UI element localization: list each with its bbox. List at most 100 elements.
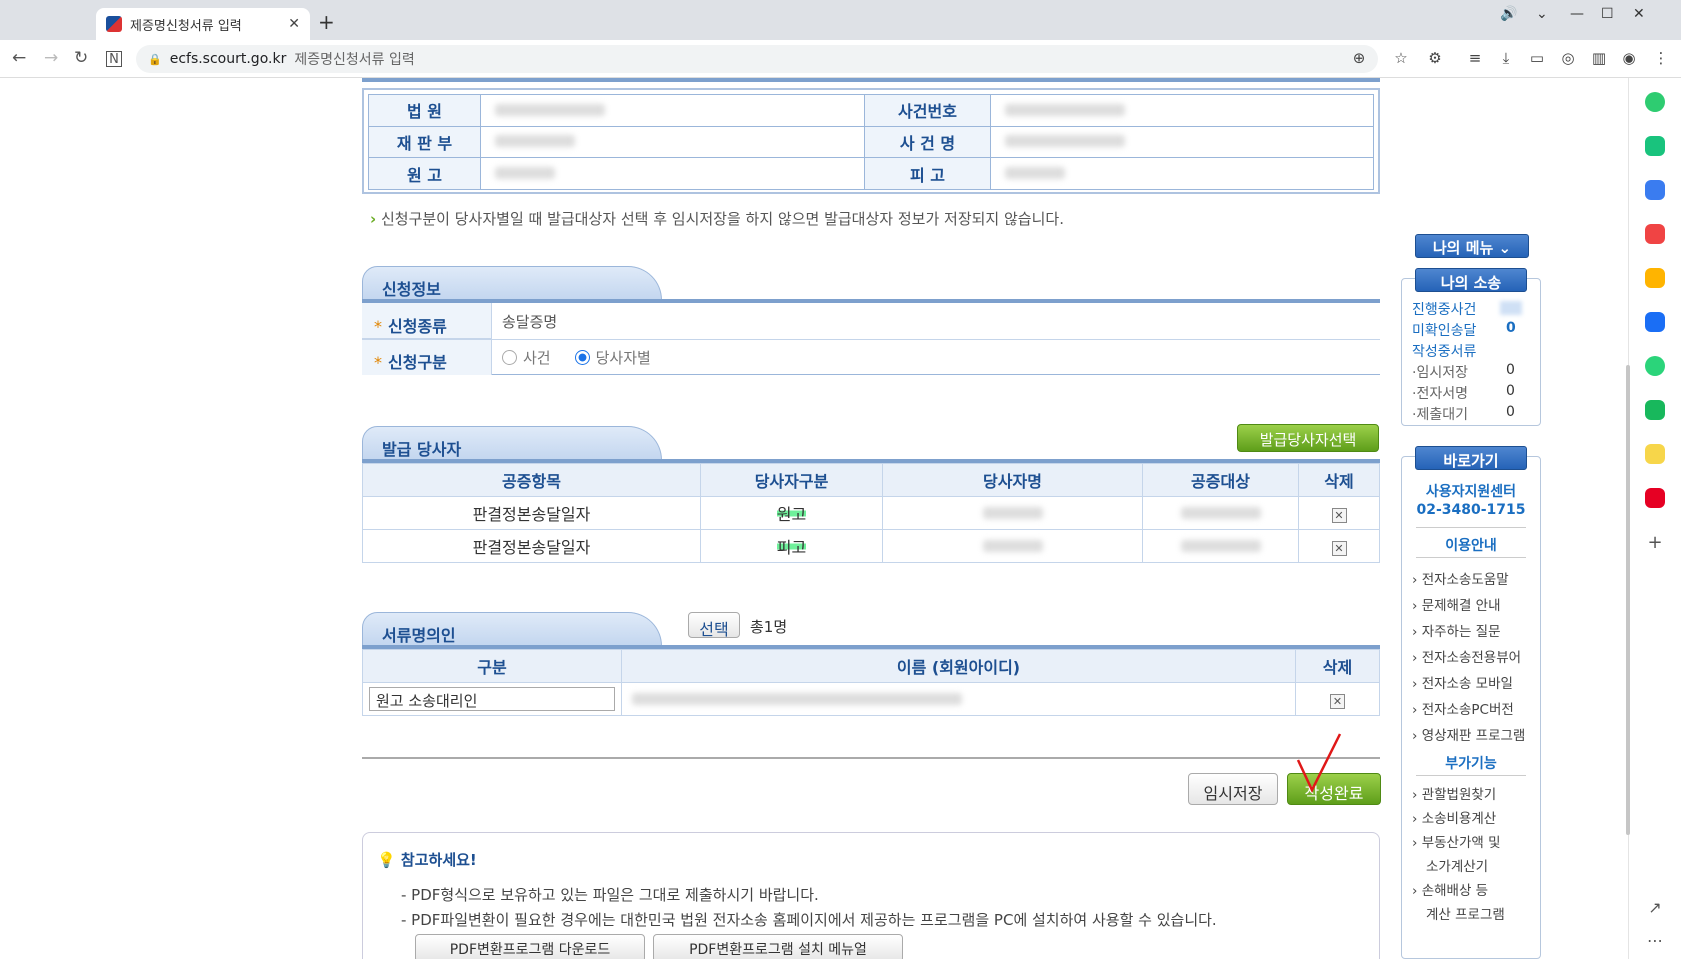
party-kind-text: 피고	[776, 538, 807, 557]
maximize-icon[interactable]: ☐	[1601, 6, 1614, 22]
zoom-icon[interactable]: ⊕	[1350, 49, 1368, 67]
delete-icon[interactable]: ✕	[1330, 693, 1345, 709]
split-view-icon[interactable]: ▥	[1590, 49, 1608, 67]
esign-count: 0	[1506, 383, 1515, 399]
sidebar-star-icon[interactable]	[1645, 268, 1665, 288]
signer-division-field[interactable]: 원고 소송대리인	[369, 687, 615, 711]
tab-active[interactable]: 제증명신청서류 입력 ✕	[96, 8, 310, 40]
sidebar-edge-icon[interactable]	[1645, 312, 1665, 332]
menu-icon[interactable]: ⋮	[1652, 49, 1670, 67]
sidebar-pocket-icon[interactable]	[1645, 224, 1665, 244]
guide-item[interactable]: › 전자소송PC버전	[1412, 697, 1525, 723]
external-link-icon[interactable]: ↗	[1645, 898, 1665, 918]
application-section-title: 신청정보	[362, 266, 662, 300]
category-radio-group: 사건 당사자별	[502, 347, 651, 368]
temp-link[interactable]: ·임시저장	[1412, 362, 1468, 382]
sidebar-add-icon[interactable]: +	[1645, 532, 1665, 553]
guide-item[interactable]: › 문제해결 안내	[1412, 593, 1525, 619]
guide-item[interactable]: › 전자소송도움말	[1412, 567, 1525, 593]
sidebar-play-icon[interactable]	[1645, 356, 1665, 376]
pdf-download-button[interactable]: PDF변환프로그램 다운로드	[415, 934, 645, 959]
bookmark-icon[interactable]: ☆	[1392, 49, 1410, 67]
table-row: 판결정본송달일자 피고 ✕	[362, 529, 1380, 563]
case-number-label: 사건번호	[864, 94, 991, 127]
my-menu-button[interactable]: 나의 메뉴 ⌄	[1415, 234, 1529, 258]
chevron-down-icon[interactable]: ⌄	[1536, 6, 1548, 22]
lock-icon: 🔒	[148, 52, 162, 66]
extra-title: 부가기능	[1445, 756, 1497, 772]
profile-icon[interactable]: ◉	[1620, 49, 1638, 67]
extensions-icon[interactable]: ⚙	[1426, 49, 1444, 67]
col-delete: 삭제	[1298, 463, 1380, 497]
download-icon[interactable]: ⤓	[1497, 49, 1515, 67]
esign-link[interactable]: ·전자서명	[1412, 383, 1468, 403]
plaintiff-label: 원 고	[368, 157, 481, 190]
delete-icon[interactable]: ✕	[1331, 540, 1347, 556]
guide-item[interactable]: › 전자소송전용뷰어	[1412, 645, 1525, 671]
sidebar-webtoon-icon[interactable]	[1645, 400, 1665, 420]
signer-count: 총1명	[750, 618, 788, 636]
window-close-icon[interactable]: ✕	[1633, 6, 1645, 22]
form-divider	[362, 339, 1380, 340]
extra-item[interactable]: › 소송비용계산	[1412, 807, 1505, 831]
divider	[1416, 775, 1526, 776]
party-item: 판결정본송달일자	[362, 496, 701, 530]
reload-icon[interactable]: ↻	[74, 48, 88, 68]
more-icon[interactable]: ⋯	[1645, 931, 1665, 951]
delete-icon[interactable]: ✕	[1331, 507, 1347, 523]
new-tab-button[interactable]: +	[318, 10, 335, 34]
notes-line-2: - PDF파일변환이 필요한 경우에는 대한민국 법원 전자소송 홈페이지에서 …	[401, 911, 1217, 929]
sidebar-memo-icon[interactable]	[1645, 444, 1665, 464]
delete-cell: ✕	[1295, 682, 1380, 716]
guide-item[interactable]: › 자주하는 질문	[1412, 619, 1525, 645]
support-center[interactable]: 사용자지원센터	[1402, 481, 1540, 501]
unconfirmed-link[interactable]: 미확인송달	[1412, 320, 1476, 340]
pdf-manual-button[interactable]: PDF변환프로그램 설치 메뉴얼	[653, 934, 903, 959]
radio-party[interactable]	[574, 350, 590, 365]
extra-item[interactable]: 계산 프로그램	[1412, 903, 1505, 927]
sidebar-bag-icon[interactable]	[1645, 180, 1665, 200]
speaker-icon[interactable]: 🔊	[1500, 6, 1517, 22]
temp-count: 0	[1506, 362, 1515, 378]
temp-save-button[interactable]: 임시저장	[1188, 773, 1278, 805]
check-mark-path	[1296, 733, 1342, 793]
radio-case[interactable]	[502, 350, 517, 365]
sidebar-now-icon[interactable]	[1645, 488, 1665, 508]
col-party-name: 당사자명	[882, 463, 1143, 497]
signer-division-cell: 원고 소송대리인	[362, 682, 622, 716]
defendant-label: 피 고	[864, 157, 991, 190]
party-target	[1142, 496, 1299, 530]
in-progress-link[interactable]: 진행중사건	[1412, 299, 1476, 319]
forward-icon[interactable]: →	[44, 48, 58, 68]
extra-item[interactable]: › 관할법원찾기	[1412, 783, 1505, 807]
back-icon[interactable]: ←	[12, 48, 26, 68]
sidebar-home-icon[interactable]	[1645, 92, 1665, 112]
extra-item[interactable]: 소가계산기	[1412, 855, 1505, 879]
naver-icon[interactable]: N	[106, 51, 122, 67]
notes-title: 💡 참고하세요!	[377, 849, 477, 870]
tab-close-icon[interactable]: ✕	[288, 16, 300, 32]
capture-icon[interactable]: ◎	[1559, 49, 1577, 67]
case-info-table: 법 원 사건번호 재 판 부 사 건 명 원 고 피 고	[368, 94, 1374, 190]
drafting-link[interactable]: 작성중서류	[1412, 341, 1476, 361]
page-content: 법 원 사건번호 재 판 부 사 건 명 원 고 피 고 › 신청구분이 당사자…	[0, 78, 1626, 959]
select-party-button[interactable]: 발급당사자선택	[1237, 424, 1379, 452]
minimize-icon[interactable]: —	[1570, 6, 1584, 22]
address-bar[interactable]: 🔒 ecfs.scourt.go.kr 제증명신청서류 입력	[136, 45, 1378, 73]
guide-item-label: 전자소송 모바일	[1421, 676, 1513, 692]
signer-select-button[interactable]: 선택	[688, 612, 740, 639]
guide-item[interactable]: › 전자소송 모바일	[1412, 671, 1525, 697]
party-kind: 피고	[700, 529, 883, 563]
extra-item[interactable]: › 손해배상 등	[1412, 879, 1505, 903]
signers-table: 구분 이름 (회원아이디) 삭제 원고 소송대리인 ✕	[362, 649, 1380, 716]
my-menu-label: 나의 메뉴	[1432, 239, 1494, 257]
playlist-icon[interactable]: ≡	[1466, 49, 1484, 67]
sidebar-chat-icon[interactable]	[1645, 136, 1665, 156]
party-name	[882, 496, 1143, 530]
page-scrollbar[interactable]	[1626, 365, 1630, 835]
extra-item[interactable]: › 부동산가액 및	[1412, 831, 1505, 855]
guide-item[interactable]: › 영상재판 프로그램	[1412, 723, 1525, 749]
submit-wait-link[interactable]: ·제출대기	[1412, 404, 1468, 424]
screen-icon[interactable]: ▭	[1528, 49, 1546, 67]
delete-cell: ✕	[1298, 496, 1380, 530]
